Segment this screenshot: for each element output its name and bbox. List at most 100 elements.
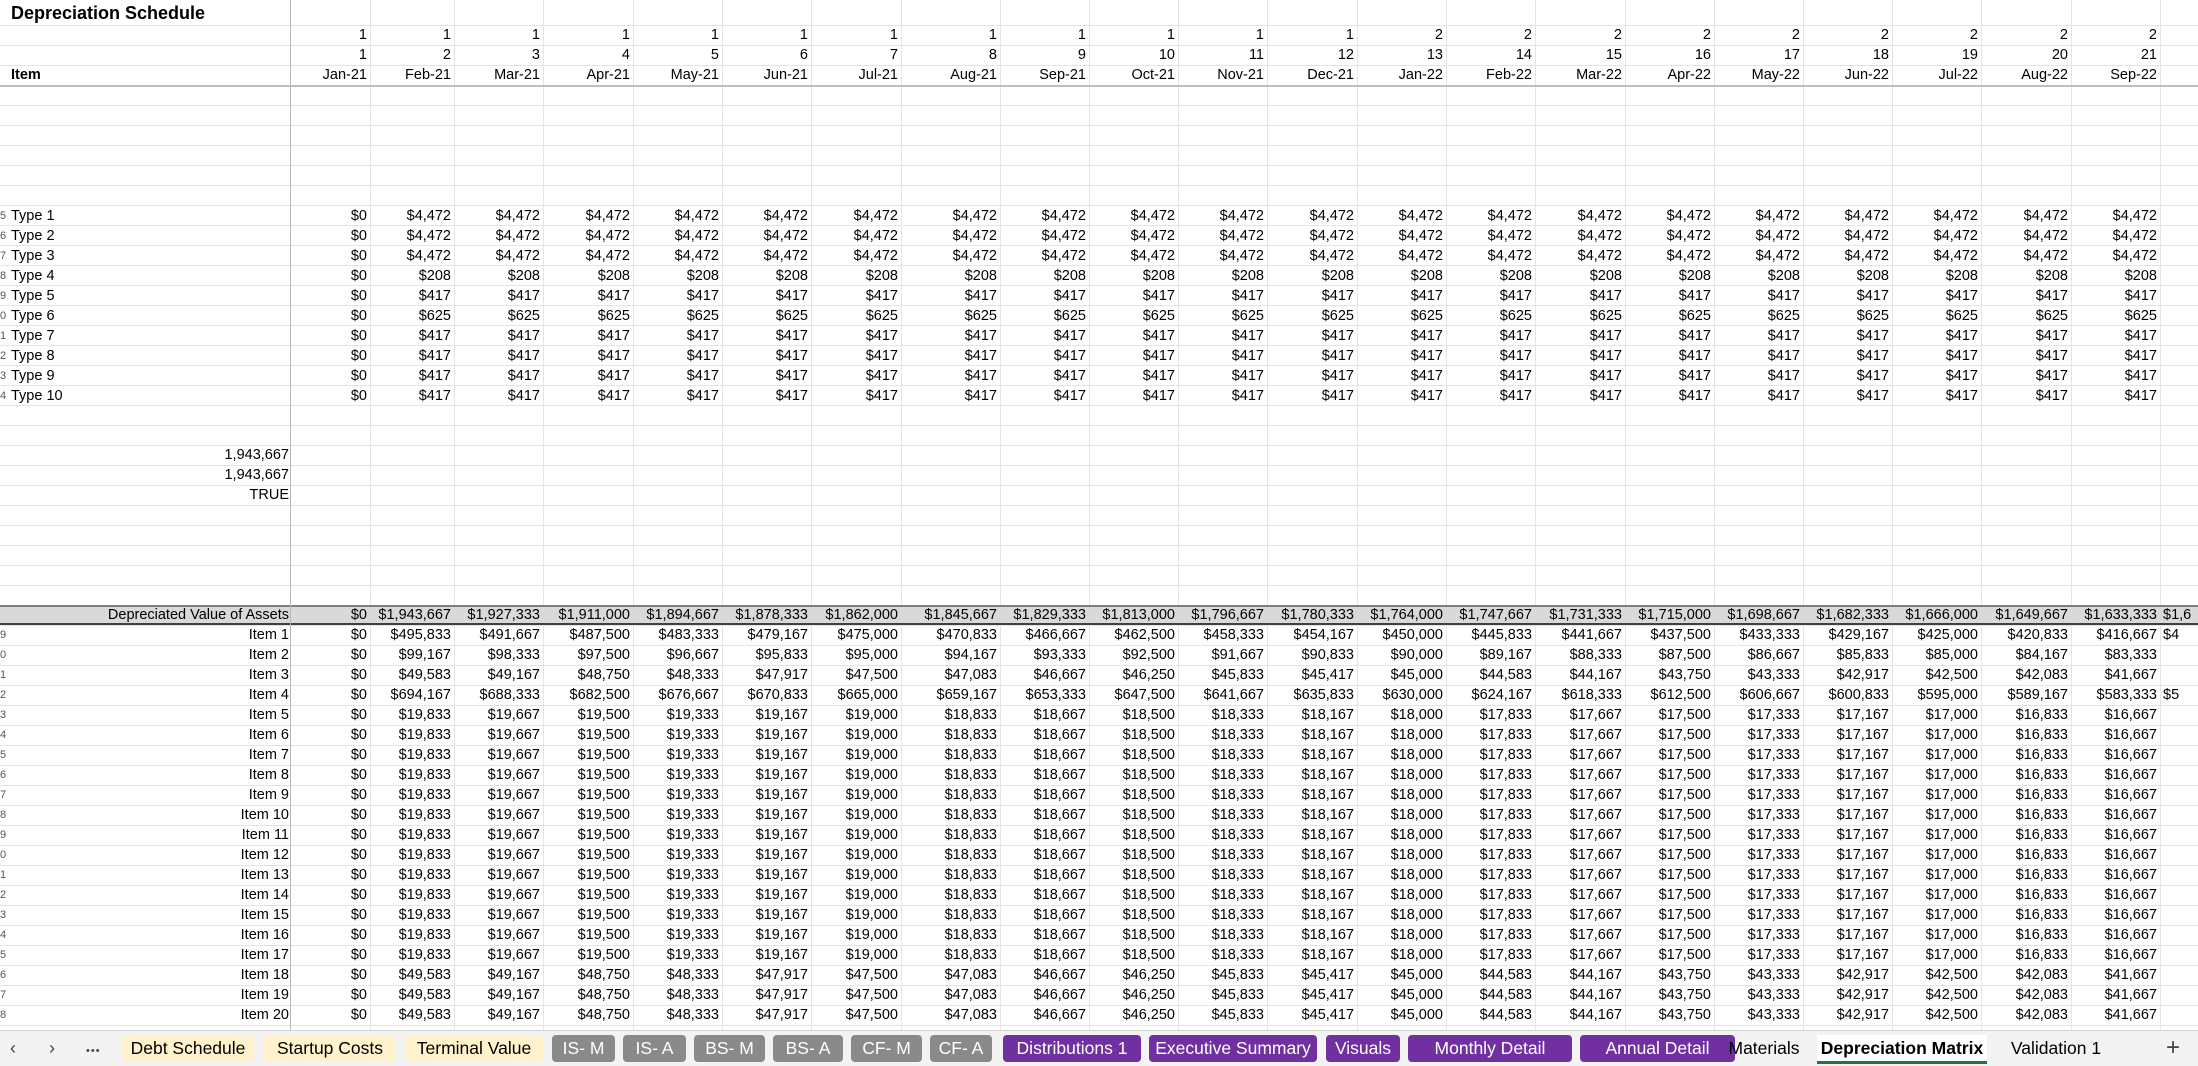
value-cell[interactable]: $17,500 — [1625, 845, 1714, 865]
value-cell[interactable]: $417 — [1268, 366, 1357, 386]
value-cell[interactable]: $4,472 — [1625, 206, 1714, 226]
value-cell[interactable]: $4,472 — [2071, 246, 2160, 266]
value-cell[interactable]: $19,333 — [633, 745, 722, 765]
value-cell[interactable]: $16,667 — [2071, 785, 2160, 805]
value-cell[interactable]: $42,500 — [1892, 965, 1981, 985]
value-cell[interactable]: Oct-21 — [1089, 65, 1178, 85]
value-cell[interactable]: $95,000 — [812, 645, 901, 665]
value-cell[interactable]: $18,000 — [1357, 905, 1446, 925]
value-cell[interactable]: $4,472 — [911, 206, 1000, 226]
value-cell[interactable]: $0 — [281, 785, 370, 805]
value-cell[interactable]: $48,333 — [633, 985, 722, 1005]
value-cell[interactable]: $19,833 — [365, 785, 454, 805]
value-cell[interactable]: $42,917 — [1803, 985, 1892, 1005]
value-cell[interactable]: $425,000 — [1892, 625, 1981, 645]
value-cell[interactable]: $17,833 — [1446, 745, 1535, 765]
value-cell[interactable]: $19,833 — [365, 925, 454, 945]
value-cell[interactable]: $19,833 — [365, 725, 454, 745]
value-cell[interactable]: 11 — [1178, 45, 1267, 65]
value-cell[interactable]: $0 — [281, 705, 370, 725]
value-cell[interactable]: $4,472 — [812, 226, 901, 246]
value-cell[interactable]: $417 — [1357, 346, 1446, 366]
sheet-tab[interactable]: Validation 1 — [1994, 1035, 2118, 1062]
value-cell[interactable]: Feb-21 — [365, 65, 454, 85]
value-cell[interactable]: $417 — [633, 346, 722, 366]
value-cell[interactable]: $208 — [1892, 266, 1981, 286]
value-cell[interactable]: $18,667 — [1000, 705, 1089, 725]
sheet-tab[interactable]: IS- A — [623, 1035, 686, 1062]
value-cell[interactable]: $625 — [1178, 306, 1267, 326]
value-cell[interactable]: $17,500 — [1625, 745, 1714, 765]
value-cell[interactable]: $641,667 — [1178, 685, 1267, 705]
value-cell[interactable]: $208 — [812, 266, 901, 286]
value-cell[interactable]: $417 — [812, 326, 901, 346]
value-cell[interactable]: Jul-21 — [812, 65, 901, 85]
value-cell[interactable]: $4,472 — [1536, 246, 1625, 266]
value-cell[interactable]: $4,472 — [365, 246, 454, 266]
value-cell[interactable]: $17,167 — [1803, 885, 1892, 905]
value-cell[interactable]: $688,333 — [454, 685, 543, 705]
value-cell[interactable]: $17,333 — [1714, 725, 1803, 745]
value-cell[interactable]: $0 — [281, 1005, 370, 1025]
value-cell[interactable]: $17,333 — [1714, 825, 1803, 845]
value-cell[interactable]: $4,472 — [633, 246, 722, 266]
check-value[interactable]: 1,943,667 — [11, 465, 289, 485]
value-cell[interactable]: $208 — [722, 266, 811, 286]
value-cell[interactable]: $17,167 — [1803, 745, 1892, 765]
value-cell[interactable]: May-22 — [1714, 65, 1803, 85]
value-cell[interactable]: $0 — [281, 266, 370, 286]
value-cell[interactable]: $18,833 — [911, 845, 1000, 865]
value-cell[interactable]: $42,083 — [1982, 665, 2071, 685]
value-cell[interactable]: $17,167 — [1803, 705, 1892, 725]
value-cell[interactable]: $19,833 — [365, 865, 454, 885]
value-cell[interactable]: $208 — [544, 266, 633, 286]
value-cell[interactable]: $417 — [1089, 386, 1178, 406]
spreadsheet-grid[interactable]: Depreciation Schedule 111111111111222222… — [0, 0, 2198, 1030]
value-cell[interactable]: $612,500 — [1625, 685, 1714, 705]
value-cell[interactable]: $417 — [1982, 286, 2071, 306]
value-cell[interactable]: $17,667 — [1536, 905, 1625, 925]
value-cell[interactable]: $16,667 — [2071, 765, 2160, 785]
value-cell[interactable]: $0 — [281, 386, 370, 406]
value-cell[interactable]: $0 — [281, 905, 370, 925]
sheet-tab[interactable]: Debt Schedule — [122, 1035, 254, 1062]
value-cell[interactable]: $17,167 — [1803, 805, 1892, 825]
value-cell[interactable]: $19,333 — [633, 705, 722, 725]
value-cell[interactable]: $417 — [365, 286, 454, 306]
value-cell[interactable]: $417 — [454, 346, 543, 366]
value-cell[interactable]: $18,500 — [1089, 745, 1178, 765]
value-cell[interactable]: $417 — [1714, 286, 1803, 306]
overflow-cell[interactable]: $1,6 — [2163, 605, 2198, 625]
value-cell[interactable]: $94,167 — [911, 645, 1000, 665]
value-cell[interactable]: $18,167 — [1268, 885, 1357, 905]
value-cell[interactable]: $18,167 — [1268, 945, 1357, 965]
sheet-tab[interactable]: BS- M — [694, 1035, 765, 1062]
type-row-label[interactable]: Type 3 — [11, 246, 291, 266]
value-cell[interactable]: $417 — [812, 366, 901, 386]
value-cell[interactable]: $417 — [1536, 386, 1625, 406]
value-cell[interactable]: $417 — [1000, 346, 1089, 366]
value-cell[interactable]: $4,472 — [1357, 226, 1446, 246]
value-cell[interactable]: $18,500 — [1089, 725, 1178, 745]
value-cell[interactable]: $4,472 — [1982, 206, 2071, 226]
value-cell[interactable]: $417 — [1536, 326, 1625, 346]
value-cell[interactable]: 10 — [1089, 45, 1178, 65]
value-cell[interactable]: $0 — [281, 665, 370, 685]
value-cell[interactable]: $1,633,333 — [2071, 605, 2160, 625]
value-cell[interactable]: $417 — [722, 366, 811, 386]
value-cell[interactable]: $18,667 — [1000, 805, 1089, 825]
value-cell[interactable]: $19,833 — [365, 805, 454, 825]
value-cell[interactable]: 9 — [1000, 45, 1089, 65]
value-cell[interactable]: $90,833 — [1268, 645, 1357, 665]
value-cell[interactable]: $44,167 — [1536, 1005, 1625, 1025]
value-cell[interactable]: $1,682,333 — [1803, 605, 1892, 625]
value-cell[interactable]: $625 — [633, 306, 722, 326]
value-cell[interactable]: Feb-22 — [1446, 65, 1535, 85]
value-cell[interactable]: $19,000 — [812, 885, 901, 905]
value-cell[interactable]: $17,167 — [1803, 825, 1892, 845]
value-cell[interactable]: $17,333 — [1714, 945, 1803, 965]
value-cell[interactable]: Mar-21 — [454, 65, 543, 85]
value-cell[interactable]: $41,667 — [2071, 665, 2160, 685]
value-cell[interactable]: $45,000 — [1357, 965, 1446, 985]
value-cell[interactable]: $18,667 — [1000, 845, 1089, 865]
